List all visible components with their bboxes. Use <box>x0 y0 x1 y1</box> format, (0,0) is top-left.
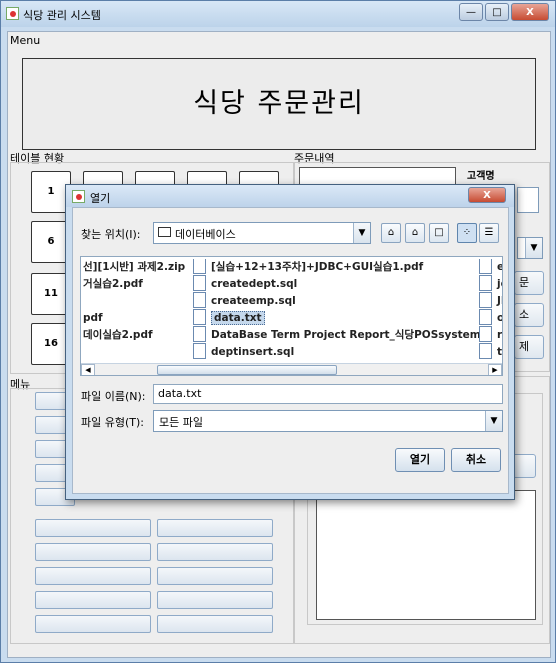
menu-button[interactable] <box>35 615 151 633</box>
filename-input[interactable]: data.txt <box>153 384 503 404</box>
file-item[interactable]: JD <box>479 292 502 310</box>
details-view-icon[interactable]: ☰ <box>479 223 499 243</box>
file-item[interactable]: 거실습2.pdf <box>83 276 191 293</box>
file-item[interactable]: jdb <box>479 275 502 293</box>
dropdown-arrow-icon[interactable]: ▼ <box>353 223 370 243</box>
menu-item-menu[interactable]: Menu <box>10 34 40 47</box>
close-button[interactable]: X <box>511 3 549 21</box>
scroll-right-icon[interactable]: ▶ <box>488 364 502 375</box>
file-icon <box>193 275 206 291</box>
open-button[interactable]: 열기 <box>395 448 445 472</box>
lookin-combo[interactable]: 데이터베이스 ▼ <box>153 222 371 244</box>
file-item[interactable]: deptinsert.sql <box>193 343 485 361</box>
file-item[interactable]: tes <box>479 343 502 361</box>
file-item[interactable]: 선][1시반] 과제2.zip <box>83 259 191 276</box>
file-icon <box>479 343 492 359</box>
menu-button[interactable] <box>157 519 273 537</box>
banner-title: 식당 주문관리 <box>22 58 536 150</box>
file-item[interactable]: createemp.sql <box>193 292 485 310</box>
dialog-close-button[interactable]: X <box>468 187 506 203</box>
customer-field[interactable] <box>517 187 539 213</box>
open-file-dialog: 열기 X 찾는 위치(I): 데이터베이스 ▼ ⌂ ⌂ □ ⁘ ☰ 선][1시반… <box>65 184 515 500</box>
dialog-titlebar[interactable]: 열기 X <box>66 185 514 207</box>
file-icon <box>479 292 492 308</box>
filetype-value: 모든 파일 <box>159 416 203 429</box>
horizontal-scrollbar[interactable]: ◀ ▶ <box>81 363 502 375</box>
file-icon <box>193 292 206 308</box>
folder-icon <box>158 227 171 237</box>
dropdown-arrow-icon[interactable]: ▼ <box>485 411 502 431</box>
menu-button[interactable] <box>157 543 273 561</box>
window-titlebar[interactable]: 식당 관리 시스템 — □ X <box>1 1 555 27</box>
file-item[interactable]: ora <box>479 309 502 327</box>
file-icon <box>479 259 492 274</box>
file-item[interactable]: [실습+12+13주차]+JDBC+GUI실습1.pdf <box>193 259 485 276</box>
file-item[interactable]: em <box>479 259 502 276</box>
menubar: Menu <box>8 32 550 50</box>
app-icon <box>6 7 19 20</box>
file-icon <box>193 343 206 359</box>
filename-label: 파일 이름(N): <box>81 390 146 403</box>
file-item-empty <box>83 293 191 310</box>
lookin-value: 데이터베이스 <box>175 228 236 241</box>
filetype-combo[interactable]: 모든 파일 ▼ <box>153 410 503 432</box>
file-item[interactable]: 데이실습2.pdf <box>83 327 191 344</box>
file-icon <box>479 326 492 342</box>
file-item-selected[interactable]: data.txt <box>193 309 485 327</box>
order-combo[interactable]: ▼ <box>517 237 543 259</box>
file-icon <box>479 309 492 325</box>
file-item[interactable]: createdept.sql <box>193 275 485 293</box>
menu-button[interactable] <box>157 591 273 609</box>
lookin-label: 찾는 위치(I): <box>81 228 141 241</box>
menu-button[interactable] <box>35 519 151 537</box>
dialog-app-icon <box>72 190 85 203</box>
scroll-left-icon[interactable]: ◀ <box>81 364 95 375</box>
menu-button[interactable] <box>35 543 151 561</box>
maximize-button[interactable]: □ <box>485 3 509 21</box>
menu-button[interactable] <box>35 567 151 585</box>
delete-button[interactable]: 제 <box>514 335 544 359</box>
new-folder-icon[interactable]: □ <box>429 223 449 243</box>
file-icon <box>479 275 492 291</box>
minimize-button[interactable]: — <box>459 3 483 21</box>
window-title: 식당 관리 시스템 <box>23 9 101 22</box>
file-item[interactable]: pdf <box>83 310 191 327</box>
cancel-button[interactable]: 취소 <box>451 448 501 472</box>
menu-button[interactable] <box>157 567 273 585</box>
file-icon <box>193 259 206 274</box>
dialog-body: 찾는 위치(I): 데이터베이스 ▼ ⌂ ⌂ □ ⁘ ☰ 선][1시반] 과제2… <box>72 207 509 494</box>
file-icon <box>193 326 206 342</box>
home-icon[interactable]: ⌂ <box>405 223 425 243</box>
file-icon <box>193 309 206 325</box>
file-item[interactable]: DataBase Term Project Report_식당POSsystem… <box>193 326 485 344</box>
customer-label: 고객명 <box>467 171 495 182</box>
filetype-label: 파일 유형(T): <box>81 416 144 429</box>
up-folder-icon[interactable]: ⌂ <box>381 223 401 243</box>
scroll-thumb[interactable] <box>157 365 337 375</box>
dropdown-arrow-icon[interactable]: ▼ <box>525 238 542 258</box>
menu-button[interactable] <box>157 615 273 633</box>
order-button[interactable]: 문 <box>514 271 544 295</box>
file-list[interactable]: 선][1시반] 과제2.zip 거실습2.pdf pdf 데이실습2.pdf [… <box>80 256 503 376</box>
summary-textarea[interactable] <box>316 490 536 620</box>
cancel-order-button[interactable]: 소 <box>514 303 544 327</box>
dialog-title: 열기 <box>90 192 111 205</box>
file-item[interactable]: rep <box>479 326 502 344</box>
list-view-icon[interactable]: ⁘ <box>457 223 477 243</box>
menu-button[interactable] <box>35 591 151 609</box>
